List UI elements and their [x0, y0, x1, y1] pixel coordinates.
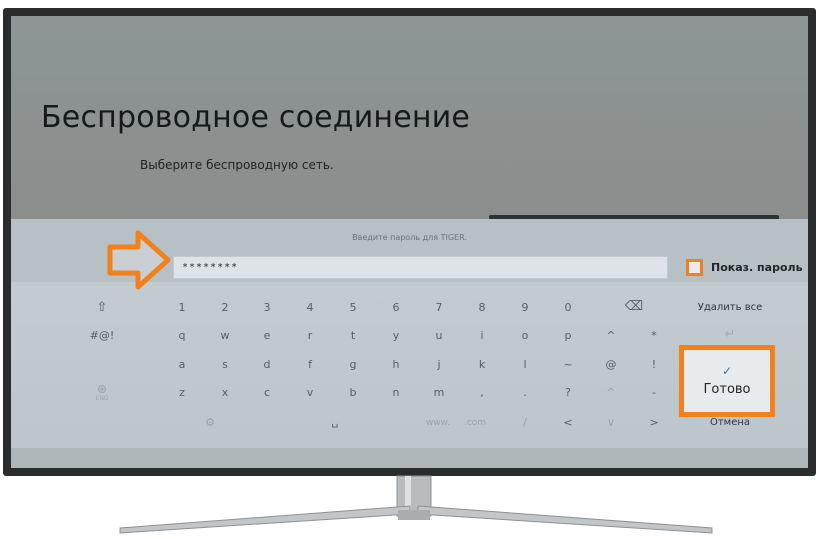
tv-stand: [119, 475, 713, 534]
